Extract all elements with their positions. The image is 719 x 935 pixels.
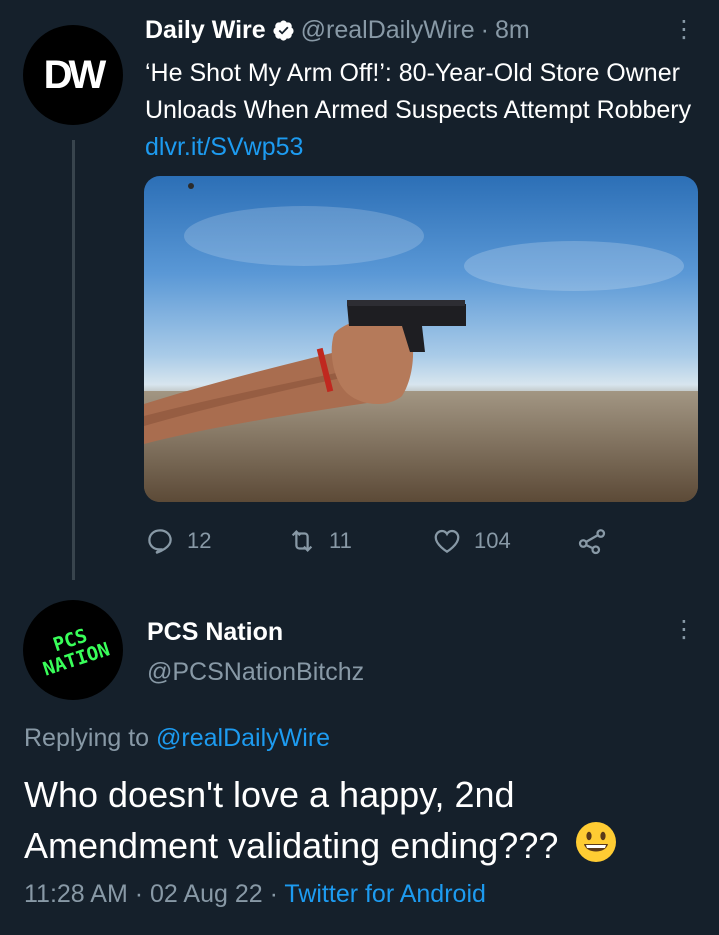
reply-author-avatar[interactable]: PCS NATION [23,600,123,700]
meta-dot-2: · [269,880,278,908]
more-options-icon[interactable]: ⋮ [672,18,696,42]
tweet-link[interactable]: dlvr.it/SVwp53 [145,133,303,161]
tweet-text: ‘He Shot My Arm Off!’: 80-Year-Old Store… [145,55,705,166]
avatar-logo-text: DW [43,52,107,97]
reply-icon [148,529,172,554]
share-action[interactable] [577,526,607,556]
thread-line [72,140,75,580]
reply-meta: 11:28 AM · 02 Aug 22 · Twitter for Andro… [24,880,486,909]
retweet-icon [291,530,313,552]
heart-icon [434,529,460,553]
replying-handle-link[interactable]: @realDailyWire [156,724,330,752]
replying-label: Replying to [24,724,150,752]
meta-dot-1: · [134,880,144,908]
verified-badge-icon [273,20,294,41]
author-name[interactable]: Daily Wire [145,16,266,45]
gun-photo [144,183,698,502]
share-icon [578,529,606,555]
reply-more-options-icon[interactable]: ⋮ [672,618,696,642]
reply-author-handle[interactable]: @PCSNationBitchz [147,658,364,687]
pcs-nation-logo: PCS NATION [34,620,112,681]
tweet-time[interactable]: 8m [495,16,530,45]
like-action[interactable]: 104 [432,526,511,556]
reply-source-link[interactable]: Twitter for Android [284,880,485,908]
tweet-body: ‘He Shot My Arm Off!’: 80-Year-Old Store… [145,59,692,124]
reply-author-name[interactable]: PCS Nation [147,618,283,647]
author-avatar[interactable]: DW [23,25,123,125]
reply-date[interactable]: 02 Aug 22 [150,880,263,908]
like-count: 104 [474,528,511,553]
tweet-header: Daily Wire @realDailyWire · 8m [145,16,530,45]
reply-action[interactable]: 12 [145,526,211,556]
retweet-action[interactable]: 11 [287,526,352,556]
reply-count: 12 [187,528,212,553]
reply-time[interactable]: 11:28 AM [24,880,128,908]
smiling-face-emoji-icon [576,822,617,862]
tweet-media-image[interactable] [144,176,698,502]
reply-text: Who doesn't love a happy, 2nd Amendment … [24,774,559,866]
replying-to-line: Replying to @realDailyWire [24,724,330,753]
separator: · [480,16,489,44]
reply-body: Who doesn't love a happy, 2nd Amendment … [24,770,704,871]
retweet-count: 11 [329,528,352,553]
author-handle[interactable]: @realDailyWire [301,16,475,45]
